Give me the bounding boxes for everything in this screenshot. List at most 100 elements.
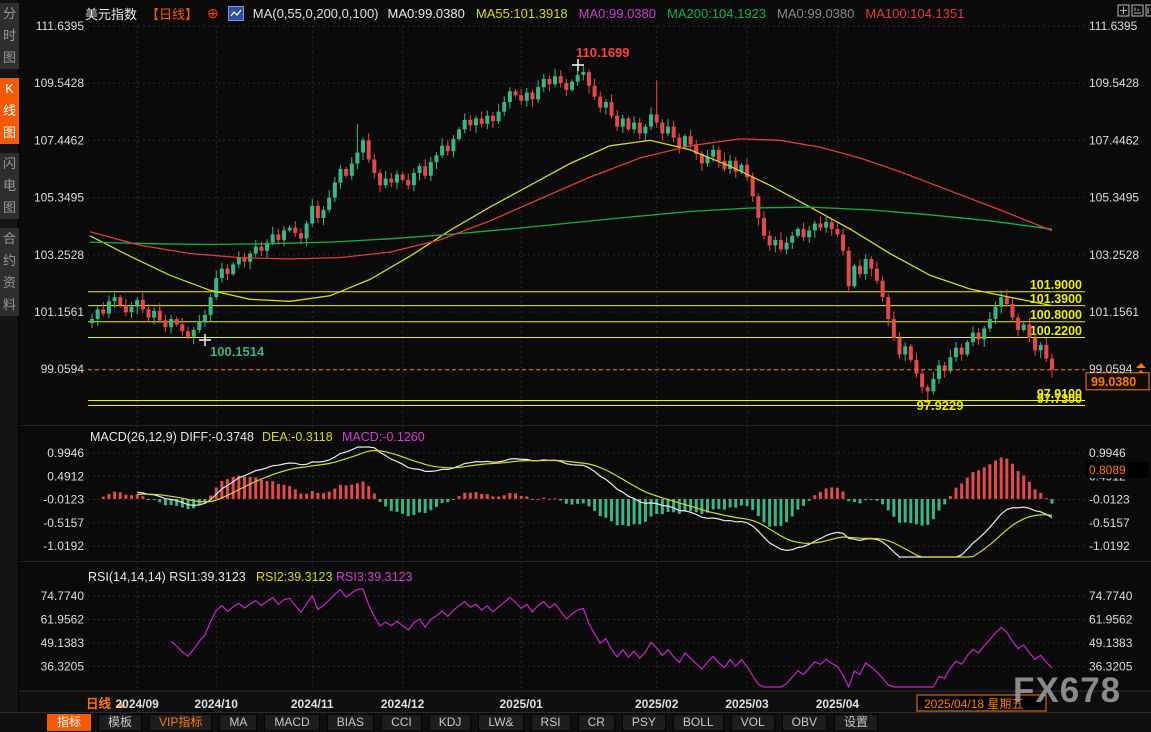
candle-body: [768, 236, 772, 246]
macd-hist-bar: [570, 499, 573, 505]
rsi-header: RSI(14,14,14) RSI1:39.3123: [88, 570, 246, 584]
add-indicator-icon[interactable]: ⊕: [207, 5, 219, 22]
support-line-label: 100.8000: [1030, 308, 1082, 322]
macd-hist-bar: [277, 484, 280, 499]
candle-body: [113, 297, 117, 301]
toolbar-button-OBV[interactable]: OBV: [782, 714, 827, 731]
candle-body: [384, 178, 388, 185]
candle-body: [559, 76, 563, 83]
candle-body: [446, 146, 450, 151]
macd-hist-bar: [1011, 464, 1014, 499]
candle-body: [926, 387, 930, 391]
macd-hist-bar: [926, 499, 929, 525]
candle-body: [237, 258, 241, 265]
main-axis-label-right: 103.2528: [1089, 248, 1139, 262]
sidebar-tab-分时图[interactable]: 分时图: [0, 3, 19, 69]
macd-hist-bar: [813, 495, 816, 499]
macd-hist-bar: [661, 499, 664, 514]
sidebar-tab-合约资料[interactable]: 合约资料: [0, 228, 19, 316]
macd-hist-bar: [333, 489, 336, 499]
macd-hist-bar: [367, 486, 370, 499]
ma-line-MA100: [90, 139, 1052, 259]
macd-hist-bar: [729, 499, 732, 508]
macd-hist-bar: [949, 496, 952, 499]
chart-style-icon[interactable]: [228, 6, 244, 21]
rsi-axis-label-right: 61.9562: [1089, 613, 1133, 627]
macd-hist-bar: [1034, 489, 1037, 499]
rsi3-value: RSI3:39.3123: [336, 570, 412, 584]
macd-hist-bar: [604, 499, 607, 518]
toolbar-button-CR[interactable]: CR: [578, 714, 615, 731]
toolbar-button-KDJ[interactable]: KDJ: [429, 714, 472, 731]
split-pane-icon[interactable]: [1145, 4, 1151, 17]
macd-hist-bar: [774, 499, 777, 526]
macd-hist-bar: [909, 499, 912, 523]
support-line-label: 101.9000: [1030, 278, 1082, 292]
macd-hist-bar: [164, 499, 167, 505]
toolbar-button-模板[interactable]: 模板: [98, 714, 142, 731]
macd-hist-bar: [938, 499, 941, 511]
toolbar-button-VOL[interactable]: VOL: [731, 714, 775, 731]
toolbar-button-设置[interactable]: 设置: [834, 714, 878, 731]
candle-body: [361, 140, 365, 152]
rsi-axis-label-left: 49.1383: [41, 636, 85, 650]
sidebar-tab-闪电图[interactable]: 闪电图: [0, 153, 19, 219]
rsi2-value: RSI2:39.3123: [256, 570, 332, 584]
candle-body: [1050, 359, 1054, 370]
macd-hist-bar: [480, 494, 483, 499]
toolbar-button-指标[interactable]: 指标: [47, 714, 91, 731]
macd-hist-bar: [904, 499, 907, 523]
macd-hist-bar: [153, 499, 156, 500]
candle-body: [180, 324, 184, 331]
ma-line-MA200: [90, 207, 1052, 244]
candle-body: [672, 127, 676, 138]
main-axis-label-left: 105.3495: [34, 191, 84, 205]
macd-hist-bar: [401, 499, 404, 514]
sidebar-tab-K线图[interactable]: K线图: [0, 78, 19, 144]
toolbar-button-CCI[interactable]: CCI: [381, 714, 422, 731]
macd-hist-bar: [994, 461, 997, 499]
toolbar-button-MACD[interactable]: MACD: [264, 714, 319, 731]
macd-hist-bar: [407, 499, 410, 516]
candle-body: [666, 127, 670, 134]
candle-body: [785, 243, 789, 250]
macd-hist-bar: [717, 499, 720, 509]
date-label-2024/09: 2024/09: [115, 697, 159, 711]
macd-hist-bar: [988, 464, 991, 499]
macd-hist-bar: [757, 499, 760, 516]
candle-body: [920, 374, 924, 388]
candle-body: [604, 102, 608, 107]
candle-body: [847, 251, 851, 286]
toolbar-button-RSI[interactable]: RSI: [531, 714, 571, 731]
ma-values: MA0:99.0380MA55:101.3918MA0:99.0380MA200…: [388, 6, 965, 21]
toolbar-button-MA[interactable]: MA: [219, 714, 257, 731]
macd-hist-bar: [542, 498, 545, 499]
current-price-label: 99.0380: [1091, 375, 1136, 389]
candle-body: [813, 224, 817, 231]
candle-body: [649, 114, 653, 126]
macd-hist-bar: [971, 472, 974, 499]
macd-axis-label-left: -1.0192: [43, 539, 84, 553]
main-axis-label-left: 101.1561: [34, 305, 84, 319]
macd-hist-bar: [689, 499, 692, 511]
date-label-2025/02: 2025/02: [635, 697, 679, 711]
candle-body: [220, 269, 224, 279]
toolbar-button-VIP指标[interactable]: VIP指标: [149, 714, 212, 731]
toolbar-button-LW&[interactable]: LW&: [478, 714, 523, 731]
toolbar-button-BIAS[interactable]: BIAS: [327, 714, 374, 731]
main-axis-label-left: 107.4462: [34, 133, 84, 147]
macd-hist-bar: [836, 488, 839, 499]
macd-hist-bar: [299, 494, 302, 499]
candle-body: [892, 319, 896, 338]
candle-body: [525, 93, 529, 101]
macd-hist-bar: [723, 499, 726, 510]
macd-hist-bar: [881, 499, 884, 504]
period-label[interactable]: 【日线】: [146, 4, 198, 23]
candle-body: [226, 269, 230, 274]
macd-hist-bar: [373, 494, 376, 499]
toolbar-button-PSY[interactable]: PSY: [622, 714, 666, 731]
new-pane-icon[interactable]: [1131, 4, 1144, 17]
candle-body: [869, 259, 873, 269]
crosshair-icon[interactable]: [1117, 4, 1130, 17]
toolbar-button-BOLL[interactable]: BOLL: [673, 714, 724, 731]
